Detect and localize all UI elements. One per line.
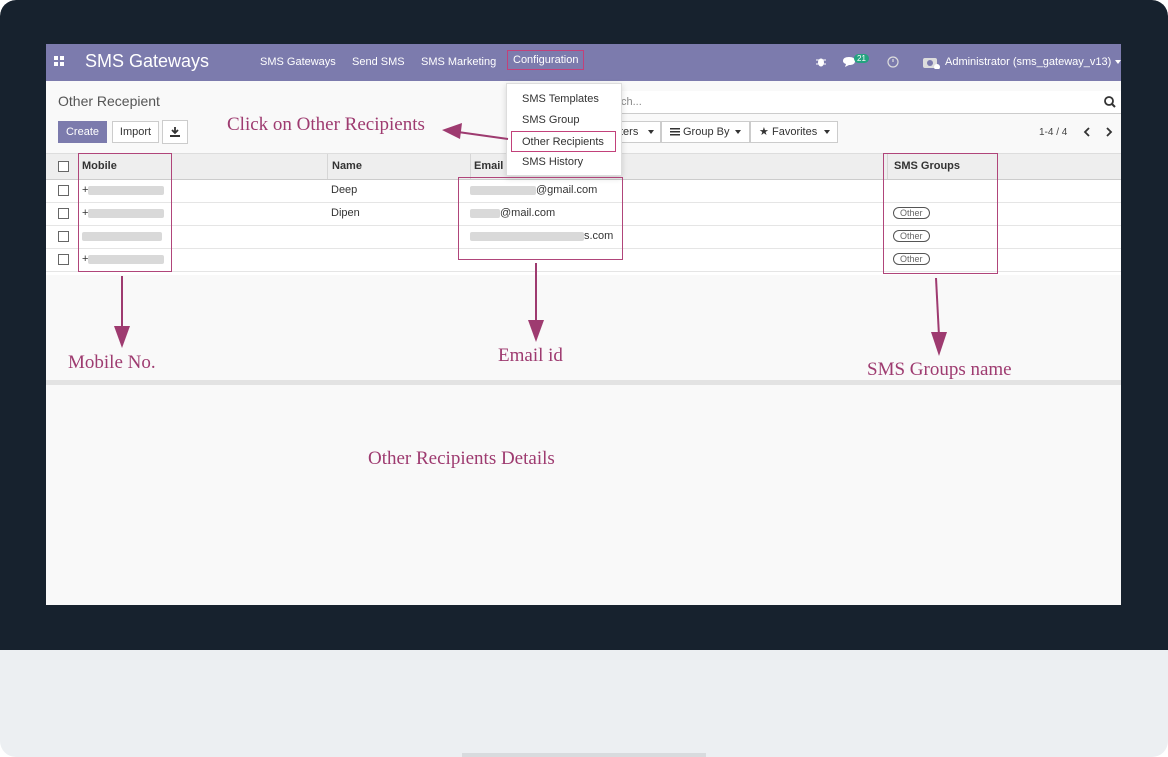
annotation-groups: SMS Groups name — [867, 359, 1012, 380]
annotation-mobile: Mobile No. — [68, 352, 156, 373]
arrow-head-down-icon — [528, 320, 544, 342]
annotation-click-other: Click on Other Recipients — [227, 114, 425, 135]
app-screen: SMS Gateways SMS Gateways Send SMS SMS M… — [46, 44, 1121, 605]
arrow-head-left-icon — [442, 123, 462, 139]
annotation-arrows — [114, 123, 947, 356]
monitor-frame: SMS Gateways SMS Gateways Send SMS SMS M… — [0, 0, 1168, 757]
arrow-head-down-icon — [114, 326, 130, 348]
annotation-details: Other Recipients Details — [368, 448, 555, 469]
monitor-bezel: SMS Gateways SMS Gateways Send SMS SMS M… — [0, 0, 1168, 650]
arrow-head-down-icon — [931, 332, 947, 356]
monitor-stand-edge — [462, 753, 706, 757]
annotation-email: Email id — [498, 345, 563, 366]
